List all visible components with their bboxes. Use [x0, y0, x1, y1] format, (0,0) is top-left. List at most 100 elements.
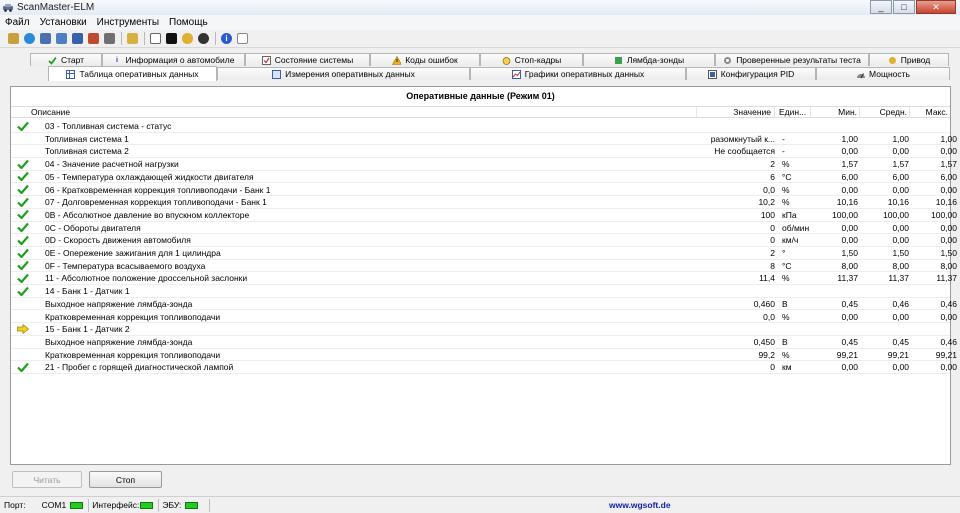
tool-icon[interactable]	[104, 33, 115, 44]
info-icon[interactable]: i	[221, 33, 232, 44]
table-row[interactable]: 0D - Скорость движения автомобиля 0 км/ч 0,…	[11, 234, 957, 247]
table-row[interactable]: Кратковременная коррекция топливоподачи 9…	[11, 349, 957, 362]
tab-system-status[interactable]: Состояние системы	[245, 53, 370, 66]
warning-icon	[392, 55, 402, 65]
table-row[interactable]: Выходное напряжение лямбда-зонда 0,460 В 0,…	[11, 298, 957, 311]
tab-freeze-frames[interactable]: Стоп-кадры	[480, 53, 583, 66]
table-row[interactable]: 0E - Опережение зажигания для 1 цилиндра…	[11, 247, 957, 260]
header-max[interactable]: Макс.	[910, 107, 950, 118]
row-max: 1,57	[940, 159, 957, 170]
maximize-button[interactable]: □	[893, 0, 915, 14]
menu-tools[interactable]: Инструменты	[92, 17, 164, 28]
menu-file[interactable]: Файл	[0, 17, 35, 28]
row-unit: -	[782, 146, 785, 157]
row-unit: кПа	[782, 209, 797, 220]
check-icon	[17, 184, 29, 196]
row-avg: 0,00	[892, 184, 909, 195]
row-avg: 0,45	[892, 336, 909, 347]
table-row[interactable]: 21 - Пробег с горящей диагностической ла…	[11, 361, 957, 374]
port-label: Порт:	[4, 500, 26, 510]
interface-label: Интерфейс:	[92, 500, 140, 510]
status-separator	[209, 498, 211, 512]
tab-vehicle-info[interactable]: i Информация о автомобиле	[102, 53, 245, 66]
tab-live-measurements[interactable]: Измерения оперативных данных	[217, 67, 470, 80]
list-icon[interactable]	[72, 33, 83, 44]
minimize-button[interactable]: _	[870, 0, 892, 14]
stopwatch-icon	[502, 56, 511, 65]
table-row[interactable]: Выходное напряжение лямбда-зонда 0,450 В 0,…	[11, 336, 957, 349]
row-min: 0,00	[841, 362, 858, 373]
battery-icon[interactable]	[182, 33, 193, 44]
tab-power[interactable]: Мощность	[816, 67, 950, 80]
row-unit	[782, 285, 812, 297]
table-row[interactable]: 14 - Банк 1 - Датчик 1	[11, 285, 950, 298]
table-row[interactable]: Кратковременная коррекция топливоподачи 0…	[11, 311, 957, 324]
row-max: 0,00	[940, 184, 957, 195]
globe-icon[interactable]	[24, 33, 35, 44]
row-value	[697, 120, 775, 132]
table-row[interactable]: 0F - Температура всасываемого воздуха 8 °C…	[11, 260, 957, 273]
tab-actuator[interactable]: Привод	[869, 53, 949, 66]
current-arrow-icon	[17, 323, 29, 335]
row-avg: 11,37	[888, 273, 909, 284]
row-max: 99,21	[935, 349, 957, 360]
header-avg[interactable]: Средн.	[860, 107, 910, 118]
row-value: разомкнутый к...	[710, 133, 775, 144]
row-max: 0,46	[940, 336, 957, 347]
table-row[interactable]: 06 - Кратковременная коррекция топливопо…	[11, 184, 957, 197]
table-row[interactable]: 0B - Абсолютное давление во впускном кол…	[11, 209, 957, 222]
read-button[interactable]: Читать	[12, 471, 82, 488]
check-icon	[17, 361, 29, 373]
help-icon[interactable]	[237, 33, 248, 44]
row-value: 11,4	[759, 273, 775, 284]
row-unit: В	[782, 298, 788, 309]
row-min: 8,00	[841, 260, 858, 271]
check-icon	[17, 260, 29, 272]
table-row[interactable]: 07 - Долговременная коррекция топливопод…	[11, 196, 957, 209]
tab-pid-config[interactable]: Конфигурация PID	[686, 67, 816, 80]
tab-live-data-table[interactable]: Таблица оперативных данных	[48, 66, 217, 81]
tab-error-codes[interactable]: Коды ошибок	[370, 53, 480, 66]
menu-help[interactable]: Помощь	[164, 17, 213, 28]
row-unit: %	[782, 311, 790, 322]
chart-icon[interactable]	[88, 33, 99, 44]
header-min[interactable]: Мин.	[811, 107, 860, 118]
grid-header: Описание Значение Един... Мин. Средн. Ма…	[11, 106, 950, 118]
tab-live-charts[interactable]: Графики оперативных данных	[470, 67, 686, 80]
close-button[interactable]: ✕	[916, 0, 956, 14]
table-row[interactable]: 0C - Обороты двигателя 0 об/мин 0,00 0,00 0,0…	[11, 222, 957, 235]
table-row[interactable]: 05 - Температура охлаждающей жидкости дв…	[11, 171, 957, 184]
row-avg: 0,00	[892, 311, 909, 322]
table-row[interactable]: 11 - Абсолютное положение дроссельной за…	[11, 272, 957, 286]
table-row[interactable]: 15 - Банк 1 - Датчик 2	[11, 323, 950, 336]
tab-lambda-sensors[interactable]: Лямбда-зонды	[583, 53, 715, 66]
menu-settings[interactable]: Установки	[35, 17, 92, 28]
live-data-panel: Оперативные данные (Режим 01) Описание З…	[10, 86, 957, 488]
row-description: 14 - Банк 1 - Датчик 1	[45, 286, 130, 297]
tab-row-top: Старт i Информация о автомобиле Состояние…	[30, 53, 950, 66]
message-icon[interactable]	[150, 33, 161, 44]
row-value: 6	[770, 171, 775, 182]
website-link[interactable]: www.wgsoft.de	[609, 497, 671, 513]
clipboard-icon[interactable]	[127, 33, 138, 44]
header-description[interactable]: Описание	[31, 107, 697, 118]
row-max: 0,00	[940, 235, 957, 246]
stop-button[interactable]: Стоп	[89, 471, 162, 488]
table-icon[interactable]	[40, 33, 51, 44]
row-max: 8,00	[940, 260, 957, 271]
row-description: Кратковременная коррекция топливоподачи	[45, 349, 221, 360]
terminal-icon[interactable]	[166, 33, 177, 44]
connect-icon[interactable]	[8, 33, 19, 44]
table-row[interactable]: 03 - Топливная система - статус	[11, 120, 950, 133]
record-icon[interactable]	[198, 33, 209, 44]
table-row[interactable]: 04 - Значение расчетной нагрузки 2% 1,57 1,…	[11, 158, 957, 171]
row-max: 0,00	[940, 222, 957, 233]
grid-icon[interactable]	[56, 33, 67, 44]
row-description: 05 - Температура охлаждающей жидкости дв…	[45, 171, 254, 182]
table-row[interactable]: Топливная система 1 разомкнутый к... - 1,00…	[11, 133, 957, 146]
tab-start[interactable]: Старт	[30, 53, 102, 66]
header-value[interactable]: Значение	[697, 107, 775, 118]
header-unit[interactable]: Един...	[775, 107, 811, 118]
tab-test-results[interactable]: Проверенные результаты теста	[715, 53, 869, 66]
table-row[interactable]: Топливная система 2 Не сообщается - 0,00 0,0…	[11, 145, 957, 159]
